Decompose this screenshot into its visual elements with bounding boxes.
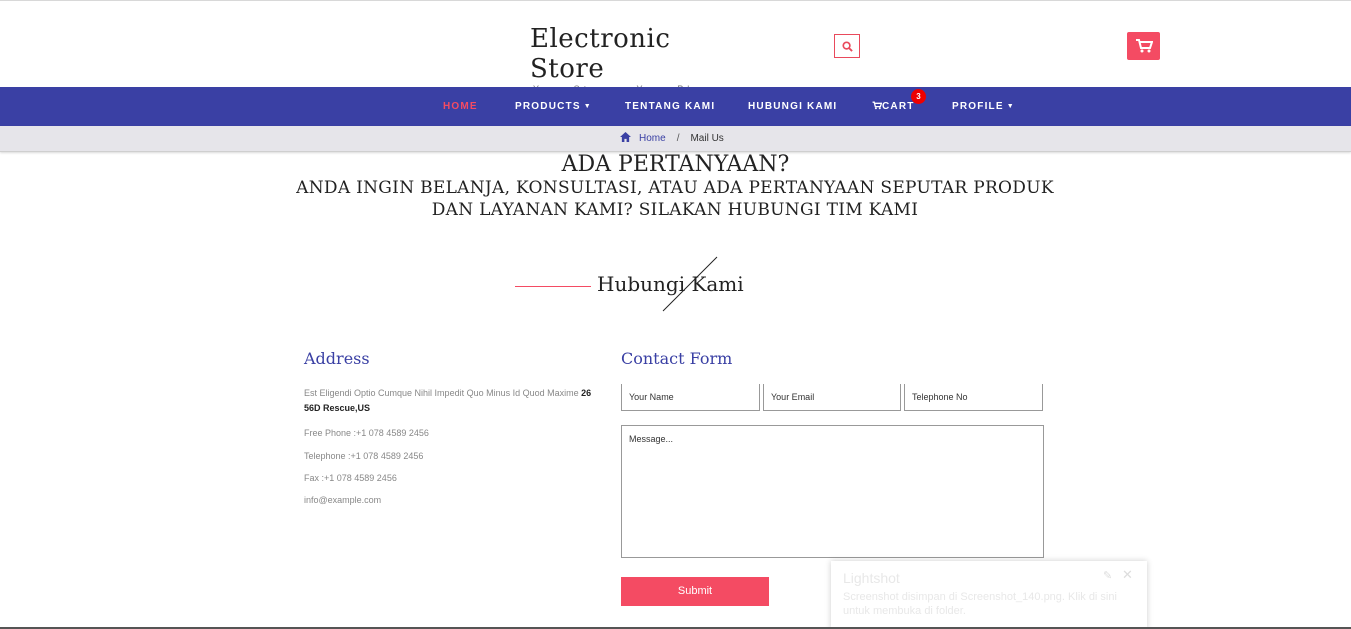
nav-hubungi-kami[interactable]: HUBUNGI KAMI xyxy=(748,87,837,126)
nav-tentang-kami-label: TENTANG KAMI xyxy=(625,101,716,112)
nav-profile[interactable]: PROFILE ▼ xyxy=(952,87,1015,126)
email-link[interactable]: info@example.com xyxy=(304,493,594,508)
home-icon xyxy=(620,131,631,142)
nav-profile-label: PROFILE xyxy=(952,101,1004,113)
store-logo[interactable]: Electronic Store Your Stores. Your Place… xyxy=(530,24,740,94)
message-field[interactable]: Message... xyxy=(621,425,1044,558)
breadcrumb-separator: / xyxy=(676,133,680,144)
notification-title: Lightshot xyxy=(843,570,900,586)
header-cart-button[interactable] xyxy=(1127,32,1160,60)
address-heading: Address xyxy=(304,349,370,368)
nav-tentang-kami[interactable]: TENTANG KAMI xyxy=(625,87,715,126)
decorative-slash xyxy=(662,256,718,312)
fax: Fax :+1 078 4589 2456 xyxy=(304,473,397,483)
nav-home[interactable]: HOME xyxy=(443,87,478,126)
chevron-down-icon: ▼ xyxy=(1006,103,1015,110)
telephone-field[interactable]: Telephone No xyxy=(904,384,1043,411)
address-text: Est Eligendi Optio Cumque Nihil Impedit … xyxy=(304,386,594,416)
submit-button[interactable]: Submit xyxy=(621,577,769,606)
cart-count-badge: 3 xyxy=(911,89,926,104)
nav-products[interactable]: PRODUCTS ▼ xyxy=(515,87,592,126)
search-icon xyxy=(841,40,853,52)
email-field[interactable]: Your Email xyxy=(763,384,901,411)
breadcrumb-bar: Home / Mail Us xyxy=(0,126,1351,152)
address-line: Est Eligendi Optio Cumque Nihil Impedit … xyxy=(304,388,579,398)
section-divider xyxy=(515,286,591,287)
free-phone: Free Phone :+1 078 4589 2456 xyxy=(304,428,429,438)
search-button[interactable] xyxy=(834,34,860,58)
breadcrumb: Home / Mail Us xyxy=(620,126,724,152)
breadcrumb-current: Mail Us xyxy=(690,133,724,144)
pin-icon[interactable]: ✎ xyxy=(1103,569,1112,582)
nav-home-label: HOME xyxy=(443,101,478,112)
cart-icon xyxy=(872,101,883,110)
top-border xyxy=(0,0,1351,3)
cart-icon xyxy=(1135,39,1153,53)
nav-cart[interactable]: CART xyxy=(872,87,915,126)
name-field[interactable]: Your Name xyxy=(621,384,760,411)
nav-hubungi-kami-label: HUBUNGI KAMI xyxy=(748,101,838,112)
notification-body: Screenshot disimpan di Screenshot_140.pn… xyxy=(843,591,1117,617)
breadcrumb-home-link[interactable]: Home xyxy=(639,133,666,144)
close-icon[interactable]: ✕ xyxy=(1122,567,1133,583)
nav-cart-label: CART xyxy=(882,101,915,112)
telephone: Telephone :+1 078 4589 2456 xyxy=(304,451,424,461)
hero-subtitle: ANDA INGIN BELANJA, KONSULTASI, ATAU ADA… xyxy=(296,178,1054,220)
lightshot-notification[interactable]: Lightshot ✎ ✕ Screenshot disimpan di Scr… xyxy=(831,561,1147,629)
chevron-down-icon: ▼ xyxy=(583,103,592,110)
contact-form-heading: Contact Form xyxy=(621,349,733,368)
nav-products-label: PRODUCTS xyxy=(515,101,581,113)
hero-title: ADA PERTANYAAN? xyxy=(561,152,790,177)
main-navbar: HOME PRODUCTS ▼ TENTANG KAMI HUBUNGI KAMI… xyxy=(0,87,1351,126)
store-title: Electronic Store xyxy=(530,24,671,84)
